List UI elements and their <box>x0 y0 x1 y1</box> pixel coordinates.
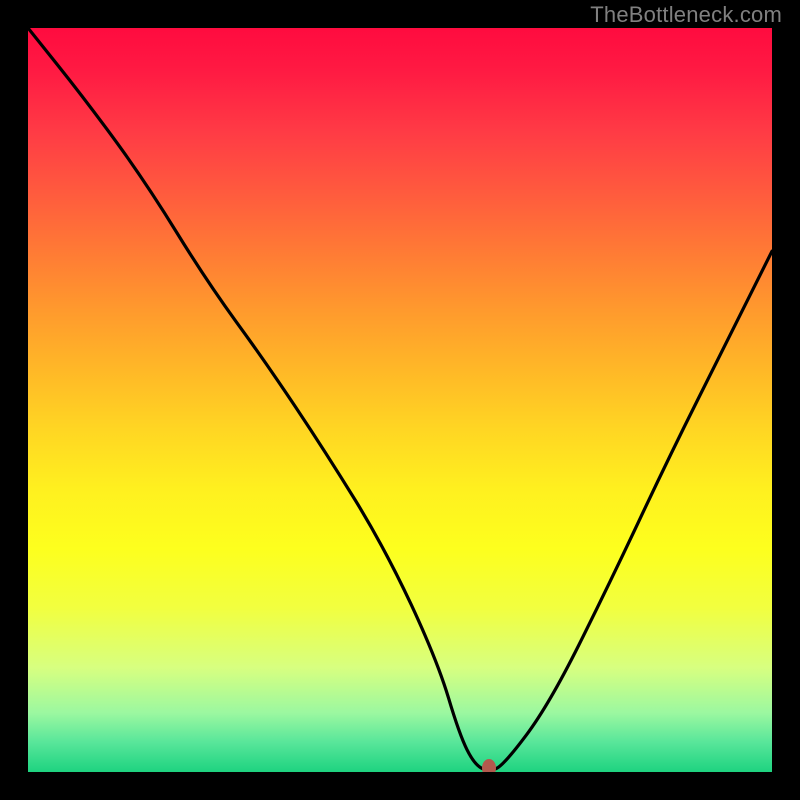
optimal-point-marker <box>482 759 496 772</box>
plot-area <box>28 28 772 772</box>
chart-frame: TheBottleneck.com <box>0 0 800 800</box>
watermark-label: TheBottleneck.com <box>590 2 782 28</box>
curve-path <box>28 28 772 770</box>
bottleneck-curve <box>28 28 772 772</box>
